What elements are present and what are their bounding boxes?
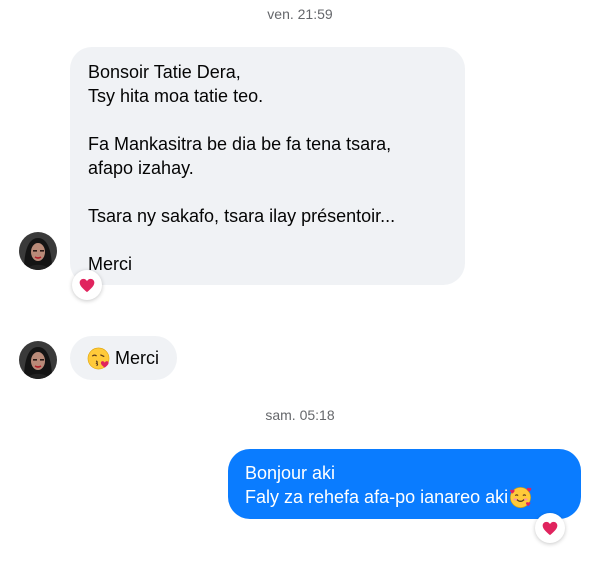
message-reaction[interactable]: [72, 270, 102, 300]
incoming-message-bubble[interactable]: Merci: [70, 336, 177, 380]
message-line: Bonsoir Tatie Dera,: [88, 62, 241, 82]
sender-avatar[interactable]: [19, 232, 57, 270]
red-heart-icon: [542, 521, 558, 535]
sender-avatar[interactable]: [19, 341, 57, 379]
smiling-face-with-hearts-icon: [510, 486, 532, 508]
message-line-text: Faly za rehefa afa-po ianareo aki: [245, 487, 509, 507]
face-blowing-kiss-icon: [87, 347, 110, 369]
message-line: Faly za rehefa afa-po ianareo aki: [245, 485, 565, 509]
message-line: Merci: [88, 254, 132, 274]
message-line: Bonjour aki: [245, 463, 336, 483]
message-line: Tsy hita moa tatie teo.: [88, 86, 264, 106]
red-heart-icon: [79, 278, 95, 292]
message-line: [88, 228, 446, 252]
message-line: [88, 180, 446, 204]
message-line: [88, 108, 446, 132]
message-text: Merci: [115, 348, 159, 368]
message-line: Fa Mankasitra be dia be fa tena tsara,: [88, 134, 392, 154]
timestamp-saturday: sam. 05:18: [265, 407, 335, 423]
incoming-message-bubble[interactable]: Bonsoir Tatie Dera, Tsy hita moa tatie t…: [70, 47, 465, 285]
message-line: afapo izahay.: [88, 158, 194, 178]
timestamp-friday: ven. 21:59: [267, 6, 333, 22]
outgoing-message-bubble[interactable]: Bonjour aki Faly za rehefa afa-po ianare…: [228, 449, 581, 519]
message-reaction[interactable]: [535, 513, 565, 543]
message-line: Tsara ny sakafo, tsara ilay présentoir..…: [88, 206, 396, 226]
